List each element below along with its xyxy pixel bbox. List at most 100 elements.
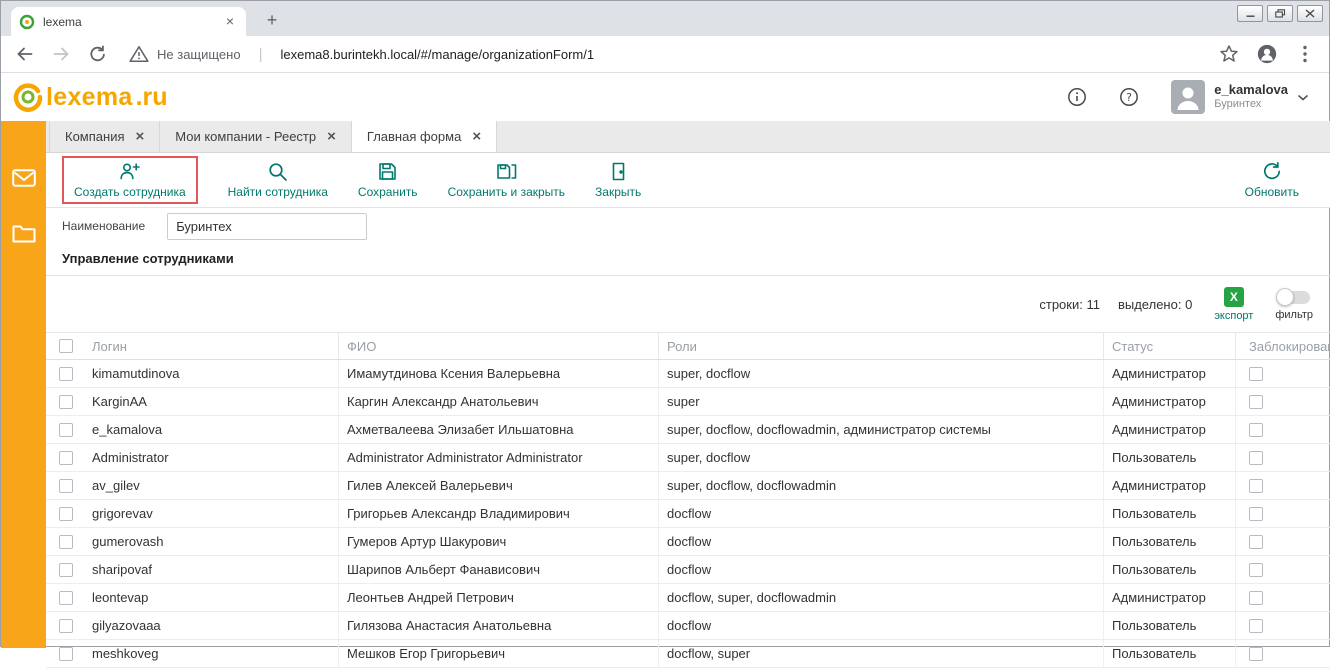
blocked-checkbox[interactable] [1249, 367, 1263, 381]
mail-icon[interactable] [12, 169, 36, 187]
blocked-checkbox[interactable] [1249, 507, 1263, 521]
cell-roles: docflow [659, 500, 1104, 527]
selected-count-label: выделено: [1118, 297, 1181, 312]
blocked-checkbox[interactable] [1249, 647, 1263, 661]
close-window-button[interactable] [1297, 5, 1323, 22]
cell-fio: Мешков Егор Григорьевич [339, 640, 659, 667]
browser-menu-icon[interactable] [1295, 44, 1315, 64]
blocked-checkbox[interactable] [1249, 563, 1263, 577]
bookmark-star-icon[interactable] [1219, 44, 1239, 64]
table-row[interactable]: av_gilev Гилев Алексей Валерьевич super,… [46, 472, 1330, 500]
blocked-checkbox[interactable] [1249, 479, 1263, 493]
back-icon[interactable] [15, 44, 35, 64]
forward-icon[interactable] [51, 44, 71, 64]
person-plus-icon [119, 161, 140, 182]
user-menu[interactable]: e_kamalova Буринтех [1171, 80, 1309, 114]
table-row[interactable]: sharipovaf Шарипов Альберт Фанависович d… [46, 556, 1330, 584]
find-employee-button[interactable]: Найти сотрудника [228, 161, 328, 199]
filter-toggle[interactable] [1278, 291, 1310, 304]
blocked-checkbox[interactable] [1249, 395, 1263, 409]
tab-company[interactable]: Компания × [49, 121, 160, 152]
user-avatar [1171, 80, 1205, 114]
blocked-checkbox[interactable] [1249, 535, 1263, 549]
reload-icon[interactable] [87, 44, 107, 64]
tab-label: Главная форма [367, 129, 461, 144]
cell-login: kimamutdinova [84, 360, 339, 387]
cell-login: grigorevav [84, 500, 339, 527]
row-checkbox[interactable] [59, 479, 73, 493]
close-form-button[interactable]: Закрыть [595, 161, 641, 199]
filter-toggle-block: фильтр [1275, 287, 1313, 321]
row-checkbox[interactable] [59, 367, 73, 381]
tab-close-icon[interactable]: × [222, 14, 238, 30]
export-button[interactable]: X экспорт [1214, 287, 1253, 322]
table-row[interactable]: grigorevav Григорьев Александр Владимиро… [46, 500, 1330, 528]
filter-label: фильтр [1275, 309, 1313, 321]
folder-icon[interactable] [12, 224, 36, 243]
table-row[interactable]: gilyazovaaa Гилязова Анастасия Анатольев… [46, 612, 1330, 640]
row-checkbox[interactable] [59, 563, 73, 577]
browser-profile-avatar[interactable] [1257, 44, 1277, 64]
table-row[interactable]: leontevap Леонтьев Андрей Петрович docfl… [46, 584, 1330, 612]
row-check-cell [46, 360, 84, 387]
select-all-checkbox[interactable] [59, 339, 73, 353]
save-close-icon [496, 161, 517, 182]
help-icon[interactable]: ? [1119, 87, 1139, 107]
url-text[interactable]: lexema8.burintekh.local/#/manage/organiz… [280, 47, 1203, 62]
save-icon [377, 161, 398, 182]
blocked-checkbox[interactable] [1249, 619, 1263, 633]
column-header-roles[interactable]: Роли [659, 333, 1104, 359]
save-and-close-button[interactable]: Сохранить и закрыть [448, 161, 565, 199]
lexema-logo[interactable]: lexema.ru [13, 82, 168, 112]
create-employee-button[interactable]: Создать сотрудника [74, 161, 186, 199]
row-checkbox[interactable] [59, 535, 73, 549]
column-header-status[interactable]: Статус [1104, 333, 1236, 359]
blocked-checkbox[interactable] [1249, 451, 1263, 465]
logo-text: lexema [46, 83, 133, 112]
cell-blocked [1236, 556, 1330, 583]
minimize-button[interactable] [1237, 5, 1263, 22]
cell-login: meshkoveg [84, 640, 339, 667]
tab-close-icon[interactable]: × [327, 129, 336, 144]
row-checkbox[interactable] [59, 507, 73, 521]
refresh-label: Обновить [1245, 185, 1299, 199]
browser-tab[interactable]: lexema × [11, 7, 246, 36]
table-row[interactable]: gumerovash Гумеров Артур Шакурович docfl… [46, 528, 1330, 556]
row-checkbox[interactable] [59, 619, 73, 633]
blocked-checkbox[interactable] [1249, 591, 1263, 605]
table-row[interactable]: Administrator Administrator Administrato… [46, 444, 1330, 472]
column-header-fio[interactable]: ФИО [339, 333, 659, 359]
restore-button[interactable] [1267, 5, 1293, 22]
refresh-button[interactable]: Обновить [1245, 161, 1299, 199]
cell-blocked [1236, 472, 1330, 499]
row-checkbox[interactable] [59, 423, 73, 437]
new-tab-button[interactable]: + [259, 8, 285, 32]
table-row[interactable]: KarginAA Каргин Александр Анатольевич su… [46, 388, 1330, 416]
name-input[interactable] [167, 213, 367, 240]
rows-count-value: 11 [1086, 297, 1100, 312]
warning-icon [129, 45, 149, 63]
table-row[interactable]: kimamutdinova Имамутдинова Ксения Валерь… [46, 360, 1330, 388]
blocked-checkbox[interactable] [1249, 423, 1263, 437]
tab-close-icon[interactable]: × [136, 129, 145, 144]
row-check-cell [46, 472, 84, 499]
save-button[interactable]: Сохранить [358, 161, 418, 199]
row-checkbox[interactable] [59, 647, 73, 661]
table-row[interactable]: meshkoveg Мешков Егор Григорьевич docflo… [46, 640, 1330, 668]
tab-label: Компания [65, 129, 125, 144]
cell-status: Пользователь [1104, 444, 1236, 471]
addressbar-actions [1219, 44, 1315, 64]
row-checkbox[interactable] [59, 451, 73, 465]
table-row[interactable]: e_kamalova Ахметвалеева Элизабет Ильшато… [46, 416, 1330, 444]
info-icon[interactable] [1067, 87, 1087, 107]
security-chip[interactable]: Не защищено [129, 45, 241, 63]
row-checkbox[interactable] [59, 591, 73, 605]
table-header-row: Логин ФИО Роли Статус Заблокирован [46, 332, 1330, 360]
tab-close-icon[interactable]: × [472, 129, 481, 144]
column-header-login[interactable]: Логин [84, 333, 339, 359]
selected-count-value: 0 [1185, 297, 1192, 312]
tab-my-companies-registry[interactable]: Мои компании - Реестр × [160, 121, 352, 152]
row-checkbox[interactable] [59, 395, 73, 409]
tab-main-form[interactable]: Главная форма × [352, 121, 497, 152]
column-header-blocked[interactable]: Заблокирован [1236, 333, 1330, 359]
